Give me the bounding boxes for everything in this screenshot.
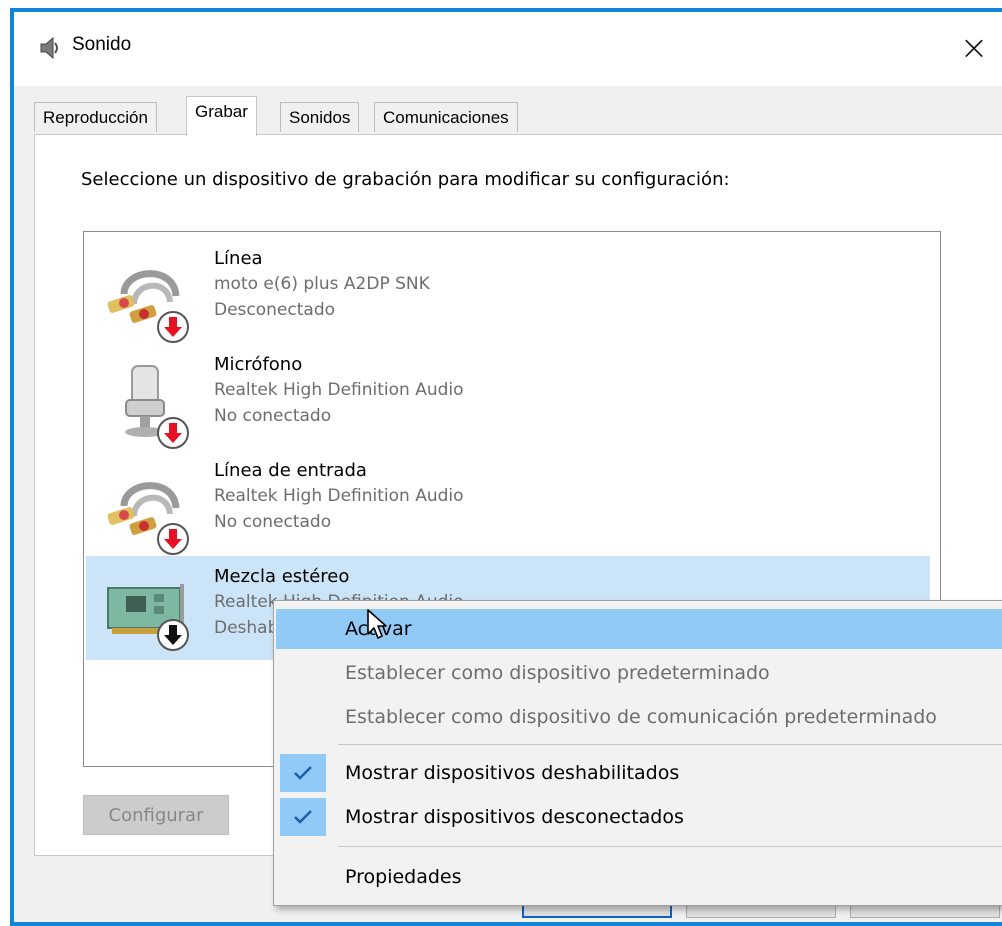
- device-status: Desconectado: [214, 300, 336, 320]
- menu-item-show-disabled[interactable]: Mostrar dispositivos deshabilitados: [276, 753, 1002, 793]
- tab-sonidos[interactable]: Sonidos: [280, 102, 360, 132]
- device-name: Mezcla estéreo: [214, 566, 350, 587]
- red-down-arrow-icon: [157, 417, 189, 449]
- device-status: No conectado: [214, 406, 332, 426]
- menu-item-set-default[interactable]: Establecer como dispositivo predetermina…: [276, 653, 1002, 693]
- speaker-icon: [40, 36, 58, 60]
- tab-label: Grabar: [195, 102, 248, 121]
- tab-grabar[interactable]: Grabar: [186, 96, 257, 136]
- menu-item-label: Establecer como dispositivo predetermina…: [345, 662, 770, 684]
- close-button[interactable]: ×: [950, 24, 998, 72]
- configure-button[interactable]: Configurar: [83, 795, 229, 835]
- close-icon: ×: [959, 28, 989, 68]
- instruction-text: Seleccione un dispositivo de grabación p…: [81, 169, 730, 190]
- menu-item-set-default-communication[interactable]: Establecer como dispositivo de comunicac…: [276, 697, 1002, 737]
- menu-item-label: Mostrar dispositivos desconectados: [345, 806, 684, 828]
- menu-separator: [338, 744, 1002, 745]
- tab-strip: Reproducción Grabar Sonidos Comunicacion…: [34, 96, 1002, 136]
- device-description: Realtek High Definition Audio: [214, 486, 464, 506]
- tab-label: Sonidos: [289, 108, 351, 127]
- red-down-arrow-icon: [157, 311, 189, 343]
- black-down-arrow-icon: [157, 619, 189, 651]
- device-description: Realtek High Definition Audio: [214, 380, 464, 400]
- menu-item-label: Propiedades: [345, 866, 462, 888]
- title-bar[interactable]: Sonido ×: [14, 12, 1002, 86]
- window-title: Sonido: [72, 34, 132, 55]
- tab-label: Comunicaciones: [383, 108, 509, 127]
- device-item-linea-de-entrada[interactable]: Línea de entrada Realtek High Definition…: [86, 450, 930, 555]
- device-name: Línea: [214, 248, 263, 269]
- device-description: moto e(6) plus A2DP SNK: [214, 274, 430, 294]
- red-down-arrow-icon: [157, 523, 189, 555]
- check-icon: [280, 798, 326, 836]
- menu-item-show-disconnected[interactable]: Mostrar dispositivos desconectados: [276, 797, 1002, 837]
- tab-comunicaciones[interactable]: Comunicaciones: [374, 102, 518, 132]
- menu-item-label: Establecer como dispositivo de comunicac…: [345, 706, 937, 728]
- context-menu: Activar Establecer como dispositivo pred…: [273, 600, 1002, 906]
- device-item-microfono[interactable]: Micrófono Realtek High Definition Audio …: [86, 344, 930, 449]
- device-status: No conectado: [214, 512, 332, 532]
- tab-label: Reproducción: [43, 108, 148, 127]
- device-name: Micrófono: [214, 354, 303, 375]
- tab-reproduccion[interactable]: Reproducción: [34, 102, 157, 132]
- mouse-cursor-icon: [367, 609, 387, 639]
- menu-separator: [338, 846, 1002, 847]
- check-icon: [280, 754, 326, 792]
- menu-item-label: Mostrar dispositivos deshabilitados: [345, 762, 680, 784]
- device-name: Línea de entrada: [214, 460, 367, 481]
- device-item-linea[interactable]: Línea moto e(6) plus A2DP SNK Desconecta…: [86, 238, 930, 343]
- menu-item-propiedades[interactable]: Propiedades: [276, 857, 1002, 897]
